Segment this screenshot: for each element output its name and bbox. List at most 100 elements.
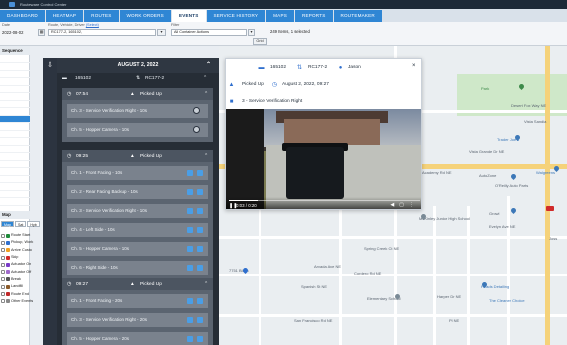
date-field[interactable]: 2022-08-02	[2, 30, 23, 35]
sequence-row[interactable]	[0, 176, 30, 183]
legend-item[interactable]: Other Events	[1, 298, 33, 305]
volume-icon[interactable]: ◀	[390, 202, 399, 208]
filter-select[interactable]: All Container Actions	[171, 29, 247, 36]
sequence-row[interactable]	[0, 64, 30, 71]
channel-row[interactable]: Ch. 4 - Left Side - 10s	[67, 223, 208, 237]
channel-row[interactable]: Ch. 3 - Service Verification Right - 10s	[67, 204, 208, 218]
sequence-row[interactable]	[0, 184, 30, 191]
grid-button[interactable]: Grid	[253, 38, 267, 45]
image-icon[interactable]	[197, 298, 203, 304]
image-icon[interactable]	[197, 170, 203, 176]
sequence-row[interactable]	[0, 169, 30, 176]
checkbox-icon[interactable]	[1, 270, 5, 275]
tab-routes[interactable]: ROUTES	[84, 10, 119, 22]
channel-row[interactable]: Ch. 1 - Front Facing - 10s	[67, 166, 208, 180]
image-icon[interactable]	[197, 265, 203, 271]
checkbox-icon[interactable]	[1, 248, 5, 253]
image-icon[interactable]	[197, 336, 203, 342]
sequence-row[interactable]	[0, 109, 30, 116]
channel-row[interactable]: Ch. 5 - Hopper Camera - 10s	[67, 123, 208, 137]
sequence-row[interactable]	[0, 139, 30, 146]
legend-item[interactable]: Actuator On	[1, 261, 33, 268]
map-toggle-sat[interactable]: Sat	[15, 221, 27, 227]
video-icon[interactable]	[187, 298, 193, 304]
legend-item[interactable]: Route Start	[1, 232, 33, 239]
video-icon[interactable]	[187, 208, 193, 214]
map-label-autozone[interactable]: AutoZone	[479, 173, 496, 178]
route-vehicle-driver-input[interactable]: RC177-2, 165102,	[48, 29, 156, 36]
checkbox-icon[interactable]	[1, 292, 5, 297]
channel-row[interactable]: Ch. 3 - Service Verification Right - 10s	[67, 104, 208, 118]
channel-row[interactable]: Ch. 5 - Hopper Camera - 20s	[67, 332, 208, 345]
calendar-button[interactable]: ▦	[38, 29, 45, 36]
tab-service-history[interactable]: SERVICE HISTORY	[206, 10, 266, 22]
legend-item[interactable]: Pickup, Work	[1, 239, 33, 246]
stop-header[interactable]: ◷ 09:25 ▲ Picked Up ⌃	[62, 150, 213, 162]
timeline-date-header[interactable]: AUGUST 2, 2022 ⌃	[57, 58, 219, 73]
map-toggle-map[interactable]: Map	[1, 221, 14, 227]
chevron-up-icon[interactable]: ⌃	[204, 154, 208, 159]
chevron-up-icon[interactable]: ⌃	[204, 92, 208, 97]
sequence-row[interactable]	[0, 154, 30, 161]
sequence-row[interactable]	[0, 79, 30, 86]
sequence-row[interactable]	[0, 101, 30, 108]
map-label-growl[interactable]: Growl	[489, 211, 499, 216]
fullscreen-icon[interactable]: ▢	[399, 202, 409, 208]
checkbox-icon[interactable]	[1, 233, 5, 238]
sequence-row[interactable]	[0, 94, 30, 101]
tab-work-orders[interactable]: WORK ORDERS	[119, 10, 171, 22]
sequence-row[interactable]	[0, 124, 30, 131]
channel-row[interactable]: Ch. 1 - Front Facing - 20s	[67, 294, 208, 308]
filter-dropdown-button[interactable]: ▾	[248, 29, 255, 36]
channel-row[interactable]: Ch. 5 - Hopper Camera - 10s	[67, 242, 208, 256]
image-icon[interactable]	[197, 189, 203, 195]
sequence-row[interactable]	[0, 191, 30, 198]
map-label-horizon[interactable]: The Cleaner Choice	[489, 298, 525, 303]
sequence-row[interactable]	[0, 71, 30, 78]
image-icon[interactable]	[197, 317, 203, 323]
map-label-oreilly[interactable]: O'Reilly Auto Parts	[495, 183, 528, 188]
tab-events[interactable]: EVENTS	[171, 10, 206, 22]
image-icon[interactable]	[197, 227, 203, 233]
chevron-up-icon[interactable]: ⌃	[204, 282, 208, 287]
checkbox-icon[interactable]	[1, 255, 5, 260]
chevron-up-icon[interactable]: ⌃	[206, 58, 211, 73]
truck-location-icon[interactable]	[546, 206, 554, 211]
image-icon[interactable]	[197, 208, 203, 214]
store-pin-icon[interactable]	[509, 172, 518, 181]
route-dropdown-button[interactable]: ▾	[157, 29, 166, 36]
checkbox-icon[interactable]	[1, 299, 5, 304]
sequence-row[interactable]	[0, 146, 30, 153]
video-icon[interactable]	[187, 246, 193, 252]
sequence-row[interactable]	[0, 161, 30, 168]
sequence-row[interactable]	[0, 56, 30, 63]
more-options-icon[interactable]: ⋮	[409, 202, 419, 208]
video-icon[interactable]	[187, 336, 193, 342]
sequence-row[interactable]	[0, 86, 30, 93]
tab-maps[interactable]: MAPS	[266, 10, 294, 22]
legend-item[interactable]: Break	[1, 276, 33, 283]
video-icon[interactable]	[187, 265, 193, 271]
video-player[interactable]: ❚❚ 0:03 / 0:20 ◀▢⋮	[226, 109, 421, 209]
channel-row[interactable]: Ch. 6 - Right Side - 10s	[67, 261, 208, 275]
video-icon[interactable]	[187, 317, 193, 323]
tab-reports[interactable]: REPORTS	[294, 10, 333, 22]
play-video-icon[interactable]	[193, 107, 200, 114]
legend-item[interactable]: Actuator Off	[1, 268, 33, 275]
close-icon[interactable]: ×	[412, 63, 416, 69]
legend-item[interactable]: Arrive Custo	[1, 247, 33, 254]
map-label-walgreens[interactable]: Walgreens	[536, 170, 555, 175]
sequence-row[interactable]	[0, 199, 30, 206]
store-pin-icon[interactable]	[509, 206, 518, 215]
sequence-row[interactable]	[0, 116, 30, 123]
video-icon[interactable]	[187, 189, 193, 195]
checkbox-icon[interactable]	[1, 240, 5, 245]
channel-row[interactable]: Ch. 2 - Rear Facing Backup - 10s	[67, 185, 208, 199]
map-label-mckinley[interactable]: McKinley Junior High School	[419, 216, 470, 221]
legend-item[interactable]: Route End	[1, 290, 33, 297]
video-icon[interactable]	[187, 170, 193, 176]
video-progress-bar[interactable]	[229, 200, 420, 201]
tab-dashboard[interactable]: DASHBOARD	[0, 10, 45, 22]
tab-heatmap[interactable]: HEATMAP	[45, 10, 84, 22]
image-icon[interactable]	[197, 246, 203, 252]
